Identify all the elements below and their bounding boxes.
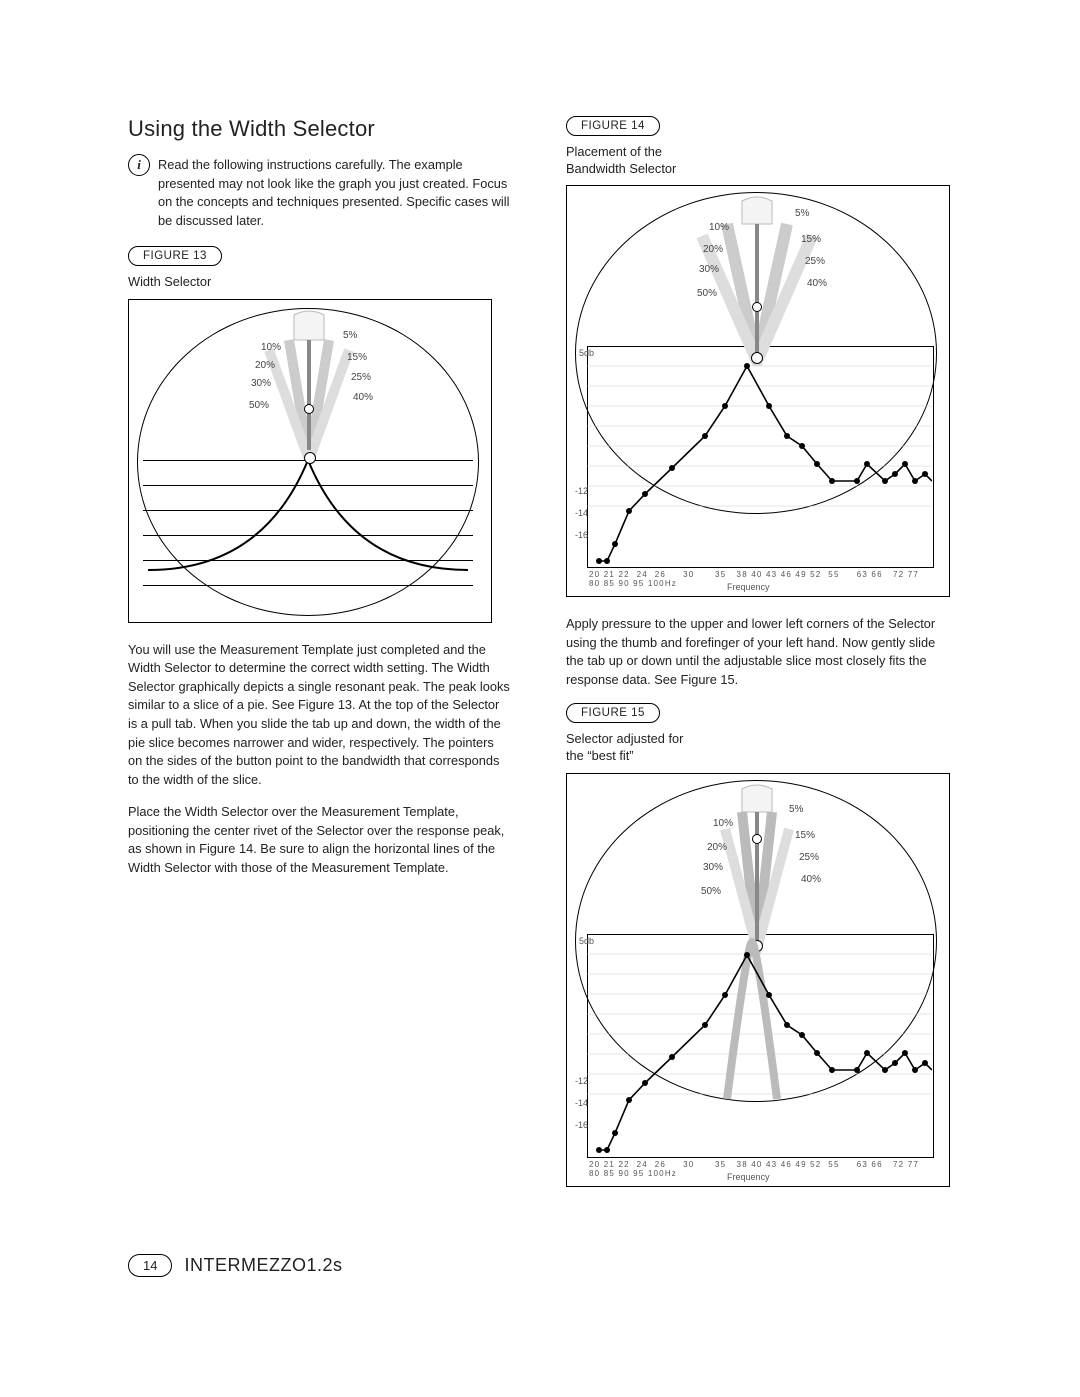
- pct-left-30: 30%: [703, 862, 723, 873]
- tab-button-icon: [304, 404, 314, 414]
- page-number: 14: [128, 1254, 172, 1277]
- figure-caption: Width Selector: [128, 274, 510, 291]
- intro-text: Read the following instructions carefull…: [158, 156, 510, 230]
- figure-15-graphic: 10% 20% 30% 50% 5% 15% 25% 40%: [566, 773, 950, 1187]
- pct-right-25: 25%: [805, 256, 825, 267]
- figure-label: FIGURE 13: [128, 246, 222, 266]
- page-footer: 14 INTERMEZZO1.2s: [128, 1254, 342, 1277]
- page-content: Using the Width Selector i Read the foll…: [128, 116, 948, 1205]
- figure-15: FIGURE 15 Selector adjusted for the “bes…: [566, 703, 948, 1186]
- pct-right-40: 40%: [807, 278, 827, 289]
- pct-left-10: 10%: [709, 222, 729, 233]
- pct-left-10: 10%: [261, 342, 281, 353]
- figure-14-graphic: 10% 20% 30% 50% 5% 15% 25% 40%: [566, 185, 950, 597]
- intro-block: i Read the following instructions carefu…: [128, 156, 510, 230]
- figure-label: FIGURE 14: [566, 116, 660, 136]
- y-axis-label: 5db: [579, 348, 594, 358]
- x-axis-label: Frequency: [727, 1172, 770, 1182]
- peak-curve-icon: [143, 450, 473, 610]
- paragraph-2: Place the Width Selector over the Measur…: [128, 803, 510, 877]
- figure-13: FIGURE 13 Width Selector: [128, 246, 510, 623]
- pct-right-5: 5%: [789, 804, 803, 815]
- pct-left-50: 50%: [697, 288, 717, 299]
- figure-caption: Placement of the Bandwidth Selector: [566, 144, 948, 177]
- tab-button-icon: [752, 834, 762, 844]
- pct-right-15: 15%: [347, 352, 367, 363]
- two-column-layout: Using the Width Selector i Read the foll…: [128, 116, 948, 1205]
- response-plot-icon: [587, 346, 932, 566]
- y-axis-label: 5db: [579, 936, 594, 946]
- pct-right-40: 40%: [353, 392, 373, 403]
- paragraph-1: You will use the Measurement Template ju…: [128, 641, 510, 789]
- figure-13-graphic: 10% 20% 30% 50% 5% 15% 25% 40%: [128, 299, 492, 623]
- right-column: FIGURE 14 Placement of the Bandwidth Sel…: [566, 116, 948, 1205]
- pct-left-50: 50%: [701, 886, 721, 897]
- x-axis-label: Frequency: [727, 582, 770, 592]
- footer-title: INTERMEZZO1.2s: [184, 1255, 342, 1276]
- figure-caption: Selector adjusted for the “best fit”: [566, 731, 948, 764]
- pct-right-5: 5%: [795, 208, 809, 219]
- response-plot-icon: [587, 934, 932, 1156]
- figure-14: FIGURE 14 Placement of the Bandwidth Sel…: [566, 116, 948, 597]
- section-heading: Using the Width Selector: [128, 116, 510, 142]
- pct-right-15: 15%: [795, 830, 815, 841]
- pct-left-20: 20%: [703, 244, 723, 255]
- pct-left-30: 30%: [251, 378, 271, 389]
- pct-right-5: 5%: [343, 330, 357, 341]
- pct-left-20: 20%: [707, 842, 727, 853]
- figure-label: FIGURE 15: [566, 703, 660, 723]
- paragraph-3: Apply pressure to the upper and lower le…: [566, 615, 948, 689]
- pct-right-15: 15%: [801, 234, 821, 245]
- pct-left-50: 50%: [249, 400, 269, 411]
- pct-left-30: 30%: [699, 264, 719, 275]
- pct-right-25: 25%: [351, 372, 371, 383]
- pct-left-20: 20%: [255, 360, 275, 371]
- pct-left-10: 10%: [713, 818, 733, 829]
- pct-right-40: 40%: [801, 874, 821, 885]
- info-icon: i: [128, 154, 150, 176]
- rivet-icon: [304, 452, 316, 464]
- left-column: Using the Width Selector i Read the foll…: [128, 116, 510, 1205]
- pct-right-25: 25%: [799, 852, 819, 863]
